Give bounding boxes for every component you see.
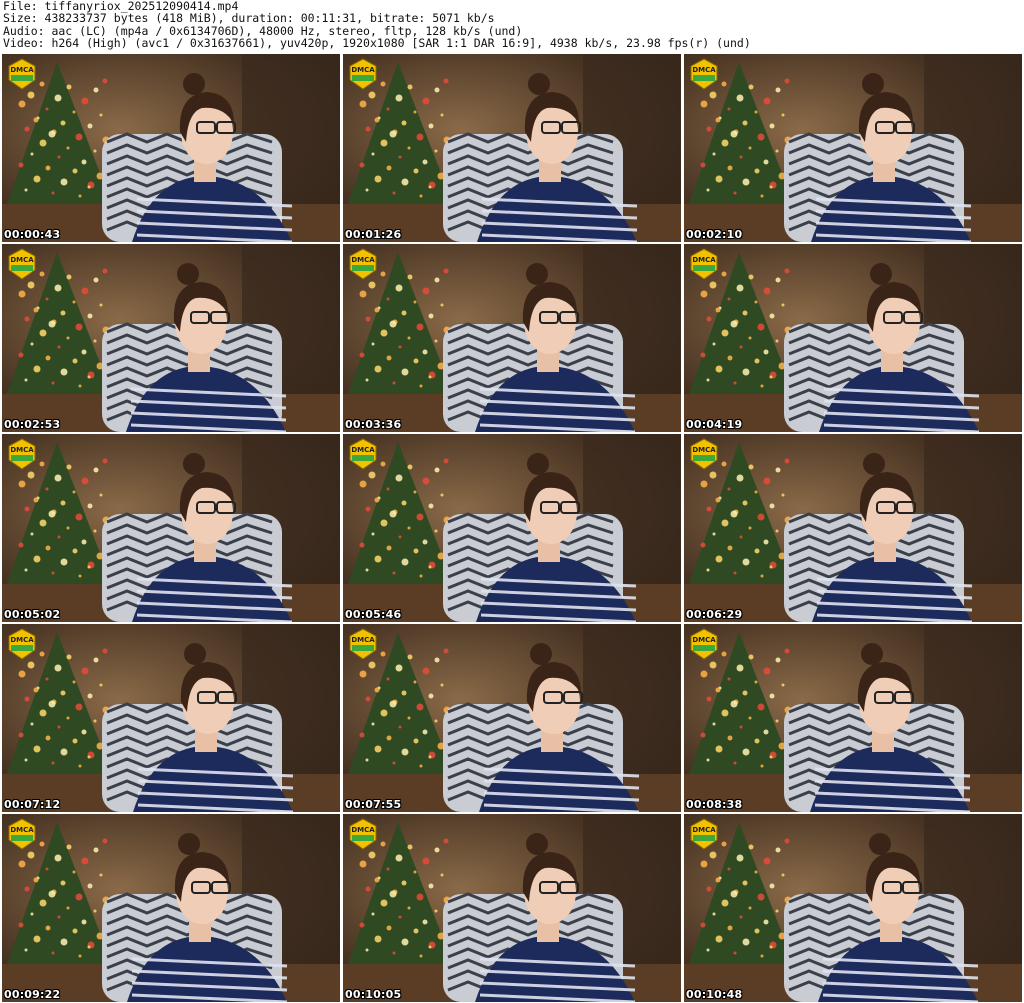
dmca-badge-icon: DMCA: [690, 58, 718, 90]
svg-text:DMCA: DMCA: [351, 826, 375, 834]
dmca-badge-icon: DMCA: [8, 818, 36, 850]
dmca-badge-icon: DMCA: [349, 248, 377, 280]
dmca-badge-icon: DMCA: [349, 628, 377, 660]
video-frame-image: [343, 244, 681, 432]
dmca-badge-icon: DMCA: [349, 818, 377, 850]
video-thumbnail[interactable]: DMCA 00:00:43: [2, 54, 340, 242]
video-frame-image: [2, 814, 340, 1002]
thumbnail-timestamp: 00:05:02: [4, 608, 61, 621]
thumbnail-grid: DMCA 00:00:43 DMCA 00:01:26 DMCA 00:02:10 D…: [2, 54, 1022, 1002]
video-thumbnail[interactable]: DMCA 00:05:46: [343, 434, 681, 622]
video-thumbnail[interactable]: DMCA 00:07:12: [2, 624, 340, 812]
dmca-badge-icon: DMCA: [690, 438, 718, 470]
video-thumbnail[interactable]: DMCA 00:02:53: [2, 244, 340, 432]
video-frame-image: [343, 814, 681, 1002]
video-frame-image: [2, 624, 340, 812]
file-size-line: Size: 438233737 bytes (418 MiB), duratio…: [3, 11, 495, 26]
thumbnail-timestamp: 00:06:29: [686, 608, 743, 621]
video-frame-image: [343, 54, 681, 242]
file-info-header: File: tiffanyriox_202512090414.mp4 Size: …: [3, 0, 751, 50]
dmca-badge-icon: DMCA: [8, 628, 36, 660]
svg-text:DMCA: DMCA: [692, 66, 716, 74]
video-frame-image: [684, 814, 1022, 1002]
svg-text:DMCA: DMCA: [10, 826, 34, 834]
thumbnail-timestamp: 00:02:10: [686, 228, 743, 241]
video-thumbnail[interactable]: DMCA 00:02:10: [684, 54, 1022, 242]
thumbnail-timestamp: 00:07:12: [4, 798, 61, 811]
svg-text:DMCA: DMCA: [10, 256, 34, 264]
thumbnail-timestamp: 00:00:43: [4, 228, 61, 241]
thumbnail-timestamp: 00:02:53: [4, 418, 61, 431]
dmca-badge-icon: DMCA: [690, 818, 718, 850]
svg-text:DMCA: DMCA: [351, 256, 375, 264]
thumbnail-timestamp: 00:09:22: [4, 988, 61, 1001]
svg-text:DMCA: DMCA: [351, 446, 375, 454]
svg-text:DMCA: DMCA: [692, 826, 716, 834]
video-thumbnail[interactable]: DMCA 00:01:26: [343, 54, 681, 242]
video-frame-image: [684, 244, 1022, 432]
thumbnail-timestamp: 00:08:38: [686, 798, 743, 811]
video-frame-image: [2, 434, 340, 622]
dmca-badge-icon: DMCA: [690, 248, 718, 280]
video-frame-image: [343, 434, 681, 622]
video-frame-image: [684, 54, 1022, 242]
dmca-badge-icon: DMCA: [690, 628, 718, 660]
svg-text:DMCA: DMCA: [351, 636, 375, 644]
video-frame-image: [343, 624, 681, 812]
svg-text:DMCA: DMCA: [692, 446, 716, 454]
dmca-badge-icon: DMCA: [8, 438, 36, 470]
dmca-badge-icon: DMCA: [8, 248, 36, 280]
thumbnail-timestamp: 00:03:36: [345, 418, 402, 431]
dmca-badge-icon: DMCA: [8, 58, 36, 90]
svg-text:DMCA: DMCA: [692, 636, 716, 644]
video-frame-image: [2, 244, 340, 432]
video-frame-image: [2, 54, 340, 242]
video-thumbnail[interactable]: DMCA 00:10:48: [684, 814, 1022, 1002]
dmca-badge-icon: DMCA: [349, 438, 377, 470]
dmca-badge-icon: DMCA: [349, 58, 377, 90]
video-thumbnail[interactable]: DMCA 00:06:29: [684, 434, 1022, 622]
thumbnail-timestamp: 00:10:48: [686, 988, 743, 1001]
svg-text:DMCA: DMCA: [10, 66, 34, 74]
thumbnail-timestamp: 00:07:55: [345, 798, 402, 811]
thumbnail-timestamp: 00:10:05: [345, 988, 402, 1001]
video-thumbnail[interactable]: DMCA 00:07:55: [343, 624, 681, 812]
svg-text:DMCA: DMCA: [10, 636, 34, 644]
video-frame-image: [684, 624, 1022, 812]
svg-text:DMCA: DMCA: [692, 256, 716, 264]
video-thumbnail[interactable]: DMCA 00:08:38: [684, 624, 1022, 812]
thumbnail-timestamp: 00:05:46: [345, 608, 402, 621]
thumbnail-timestamp: 00:01:26: [345, 228, 402, 241]
svg-text:DMCA: DMCA: [351, 66, 375, 74]
thumbnail-timestamp: 00:04:19: [686, 418, 743, 431]
video-thumbnail[interactable]: DMCA 00:10:05: [343, 814, 681, 1002]
video-thumbnail[interactable]: DMCA 00:05:02: [2, 434, 340, 622]
video-info-line: Video: h264 (High) (avc1 / 0x31637661), …: [3, 36, 751, 51]
video-thumbnail[interactable]: DMCA 00:04:19: [684, 244, 1022, 432]
svg-text:DMCA: DMCA: [10, 446, 34, 454]
video-frame-image: [684, 434, 1022, 622]
video-thumbnail[interactable]: DMCA 00:03:36: [343, 244, 681, 432]
video-thumbnail[interactable]: DMCA 00:09:22: [2, 814, 340, 1002]
